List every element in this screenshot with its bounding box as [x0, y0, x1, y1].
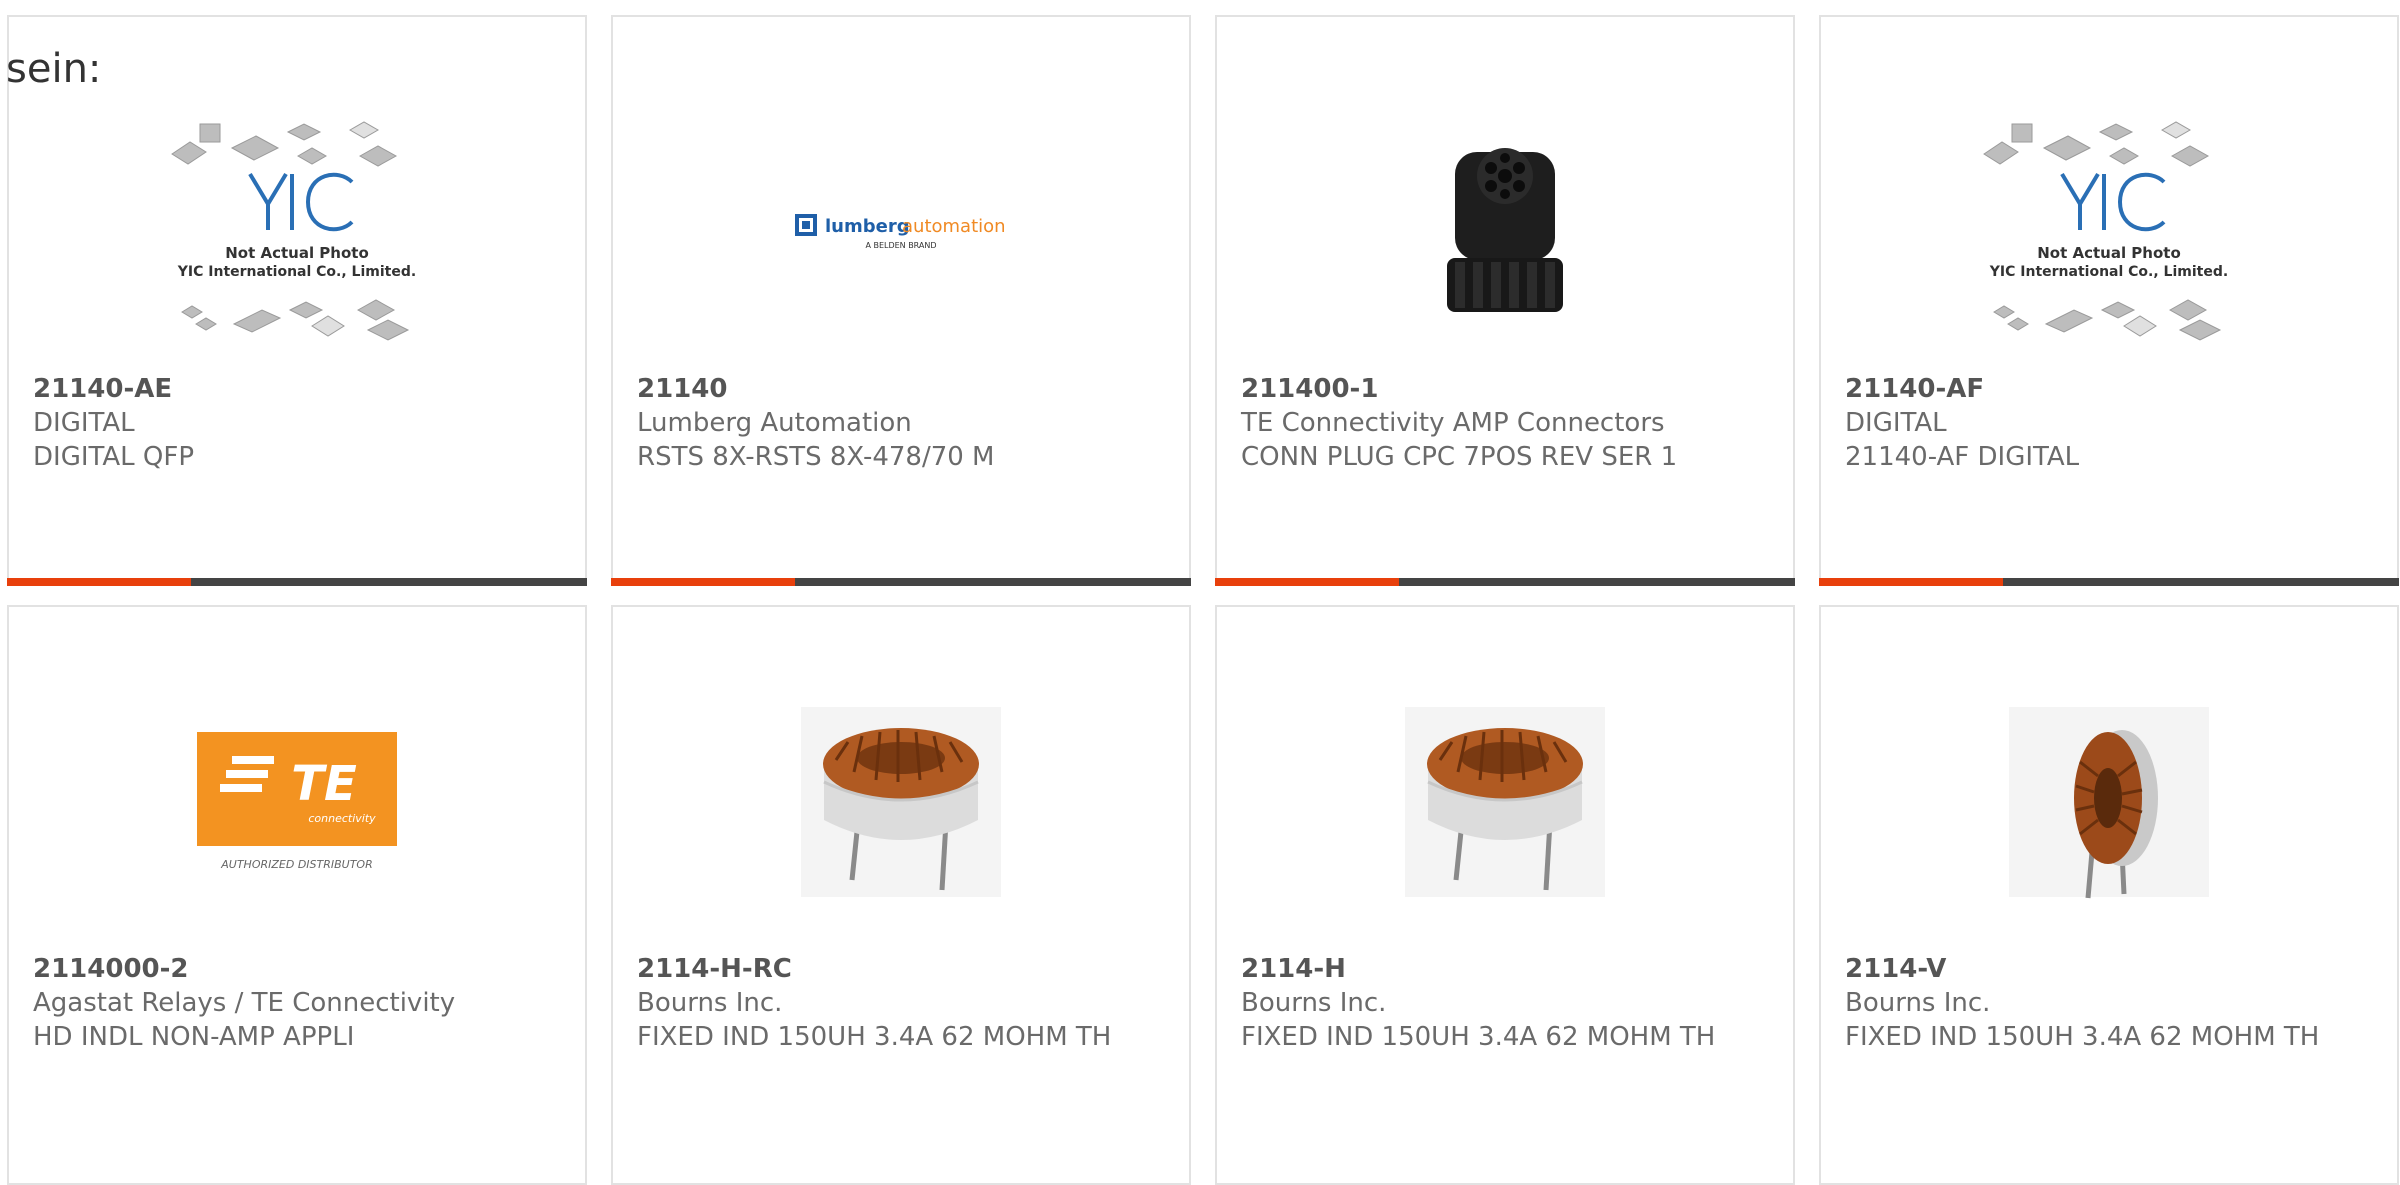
description: FIXED IND 150UH 3.4A 62 MOHM TH: [1845, 1022, 2320, 1052]
yic-company-text: YIC International Co., Limited.: [1989, 264, 2228, 280]
product-image[interactable]: TE connectivity AUTHORIZED DISTRIBUTOR: [9, 657, 585, 947]
product-image[interactable]: Not Actual Photo YIC International Co., …: [9, 102, 585, 362]
part-number[interactable]: 21140: [637, 372, 1169, 406]
lumberg-brand-text: lumberg: [825, 216, 910, 237]
product-image[interactable]: [1217, 102, 1793, 362]
description: CONN PLUG CPC 7POS REV SER 1: [1241, 442, 1678, 472]
yic-company-text: YIC International Co., Limited.: [177, 264, 416, 280]
manufacturer: Agastat Relays / TE Connectivity: [33, 988, 456, 1018]
manufacturer: Bourns Inc.: [637, 988, 783, 1018]
part-number[interactable]: 2114000-2: [33, 952, 565, 986]
product-text: 2114000-2 Agastat Relays / TE Connectivi…: [33, 952, 565, 1054]
product-card[interactable]: 2114-H Bourns Inc. FIXED IND 150UH 3.4A …: [1215, 605, 1795, 1185]
product-image[interactable]: [613, 657, 1189, 947]
lumberg-automation-logo: lumberg automation A BELDEN BRAND: [795, 214, 1006, 250]
te-brand-text: TE: [291, 756, 357, 812]
te-connectivity-text: connectivity: [308, 812, 376, 825]
product-card[interactable]: TE connectivity AUTHORIZED DISTRIBUTOR 2…: [7, 605, 587, 1185]
product-text: 211400-1 TE Connectivity AMP Connectors …: [1241, 372, 1773, 474]
card-accent-bar: [7, 578, 191, 586]
product-text: 2114-V Bourns Inc. FIXED IND 150UH 3.4A …: [1845, 952, 2377, 1054]
part-number[interactable]: 2114-H: [1241, 952, 1773, 986]
product-image[interactable]: [1217, 657, 1793, 947]
card-accent-bar: [1215, 578, 1399, 586]
part-number[interactable]: 21140-AF: [1845, 372, 2377, 406]
manufacturer: DIGITAL: [33, 408, 135, 438]
belden-tagline: A BELDEN BRAND: [865, 241, 936, 250]
card-bottom-bar: [1819, 578, 2399, 586]
product-card[interactable]: Not Actual Photo YIC International Co., …: [7, 15, 587, 586]
product-card[interactable]: 2114-H-RC Bourns Inc. FIXED IND 150UH 3.…: [611, 605, 1191, 1185]
card-accent-bar: [1819, 578, 2003, 586]
card-bottom-bar: [611, 578, 1191, 586]
authorized-distributor-text: AUTHORIZED DISTRIBUTOR: [220, 858, 373, 871]
product-image[interactable]: [1821, 657, 2397, 947]
intro-text: sein:: [6, 46, 102, 92]
product-text: 2114-H Bourns Inc. FIXED IND 150UH 3.4A …: [1241, 952, 1773, 1054]
part-number[interactable]: 2114-V: [1845, 952, 2377, 986]
not-actual-photo-text: Not Actual Photo: [2037, 244, 2181, 262]
product-image[interactable]: Not Actual Photo YIC International Co., …: [1821, 102, 2397, 362]
toroid-inductor-vertical-image: [2009, 707, 2209, 899]
description: RSTS 8X-RSTS 8X-478/70 M: [637, 442, 995, 472]
manufacturer: Bourns Inc.: [1845, 988, 1991, 1018]
manufacturer: Bourns Inc.: [1241, 988, 1387, 1018]
manufacturer: DIGITAL: [1845, 408, 1947, 438]
toroid-inductor-image: [1405, 707, 1605, 897]
product-card[interactable]: Not Actual Photo YIC International Co., …: [1819, 15, 2399, 586]
description: FIXED IND 150UH 3.4A 62 MOHM TH: [1241, 1022, 1716, 1052]
automation-brand-text: automation: [902, 216, 1006, 237]
description: DIGITAL QFP: [33, 442, 195, 472]
circular-connector-image: [1447, 148, 1563, 312]
toroid-inductor-image: [801, 707, 1001, 897]
product-image[interactable]: lumberg automation A BELDEN BRAND: [613, 102, 1189, 362]
card-bottom-bar: [7, 578, 587, 586]
description: FIXED IND 150UH 3.4A 62 MOHM TH: [637, 1022, 1112, 1052]
part-number[interactable]: 2114-H-RC: [637, 952, 1169, 986]
part-number[interactable]: 21140-AE: [33, 372, 565, 406]
product-text: 2114-H-RC Bourns Inc. FIXED IND 150UH 3.…: [637, 952, 1169, 1054]
product-text: 21140-AE DIGITAL DIGITAL QFP: [33, 372, 565, 474]
description: HD INDL NON-AMP APPLI: [33, 1022, 355, 1052]
yic-placeholder-image: Not Actual Photo YIC International Co., …: [1983, 121, 2228, 341]
te-connectivity-logo: TE connectivity AUTHORIZED DISTRIBUTOR: [197, 732, 397, 871]
description: 21140-AF DIGITAL: [1845, 442, 2080, 472]
card-bottom-bar: [1215, 578, 1795, 586]
yic-placeholder-image: Not Actual Photo YIC International Co., …: [171, 121, 416, 341]
product-text: 21140-AF DIGITAL 21140-AF DIGITAL: [1845, 372, 2377, 474]
not-actual-photo-text: Not Actual Photo: [225, 244, 369, 262]
manufacturer: Lumberg Automation: [637, 408, 912, 438]
manufacturer: TE Connectivity AMP Connectors: [1241, 408, 1665, 438]
product-text: 21140 Lumberg Automation RSTS 8X-RSTS 8X…: [637, 372, 1169, 474]
part-number[interactable]: 211400-1: [1241, 372, 1773, 406]
product-card[interactable]: 211400-1 TE Connectivity AMP Connectors …: [1215, 15, 1795, 586]
product-card[interactable]: 2114-V Bourns Inc. FIXED IND 150UH 3.4A …: [1819, 605, 2399, 1185]
product-card[interactable]: lumberg automation A BELDEN BRAND 21140 …: [611, 15, 1191, 586]
card-accent-bar: [611, 578, 795, 586]
